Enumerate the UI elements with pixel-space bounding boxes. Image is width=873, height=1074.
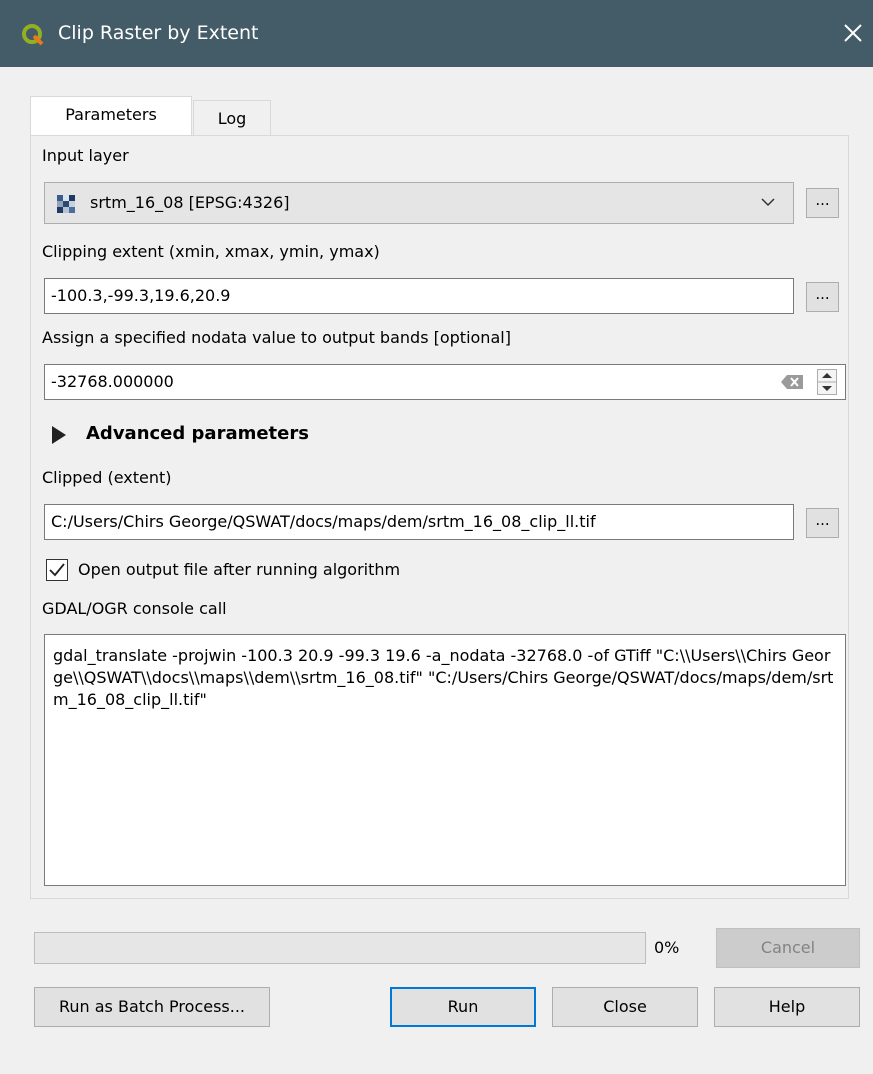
run-button[interactable]: Run <box>390 987 536 1027</box>
console-call-text[interactable]: gdal_translate -projwin -100.3 20.9 -99.… <box>44 634 846 886</box>
spinner-arrows-icon[interactable] <box>817 369 837 395</box>
console-label: GDAL/OGR console call <box>42 599 227 618</box>
extent-input[interactable]: -100.3,-99.3,19.6,20.9 <box>44 278 794 314</box>
tab-log[interactable]: Log <box>193 100 271 136</box>
tab-parameters[interactable]: Parameters <box>30 96 192 136</box>
triangle-right-icon[interactable] <box>52 426 66 444</box>
help-button[interactable]: Help <box>714 987 860 1027</box>
output-file-input[interactable]: C:/Users/Chirs George/QSWAT/docs/maps/de… <box>44 504 794 540</box>
clear-icon[interactable] <box>781 375 803 389</box>
advanced-parameters-toggle[interactable]: Advanced parameters <box>86 423 309 444</box>
nodata-input[interactable]: -32768.000000 <box>44 364 846 400</box>
close-icon[interactable] <box>838 18 868 48</box>
input-layer-browse-button[interactable]: ... <box>806 188 839 218</box>
nodata-label: Assign a specified nodata value to outpu… <box>42 328 511 347</box>
checkmark-icon[interactable] <box>46 559 68 581</box>
extent-label: Clipping extent (xmin, xmax, ymin, ymax) <box>42 242 380 261</box>
input-layer-label: Input layer <box>42 146 129 165</box>
window-title: Clip Raster by Extent <box>58 22 259 44</box>
qgis-logo-icon <box>22 24 44 46</box>
progress-bar <box>34 932 646 964</box>
title-bar: Clip Raster by Extent <box>0 0 873 67</box>
output-label: Clipped (extent) <box>42 468 172 487</box>
extent-browse-button[interactable]: ... <box>806 282 839 312</box>
close-button[interactable]: Close <box>552 987 698 1027</box>
raster-layer-icon <box>57 195 75 213</box>
nodata-value: -32768.000000 <box>51 372 174 391</box>
output-browse-button[interactable]: ... <box>806 508 839 538</box>
progress-label: 0% <box>654 938 680 957</box>
input-layer-combo[interactable]: srtm_16_08 [EPSG:4326] <box>44 182 794 224</box>
run-as-batch-button[interactable]: Run as Batch Process... <box>34 987 270 1027</box>
input-layer-value: srtm_16_08 [EPSG:4326] <box>90 193 290 212</box>
cancel-button[interactable]: Cancel <box>716 928 860 968</box>
open-output-label[interactable]: Open output file after running algorithm <box>78 560 400 579</box>
chevron-down-icon[interactable] <box>761 197 775 207</box>
